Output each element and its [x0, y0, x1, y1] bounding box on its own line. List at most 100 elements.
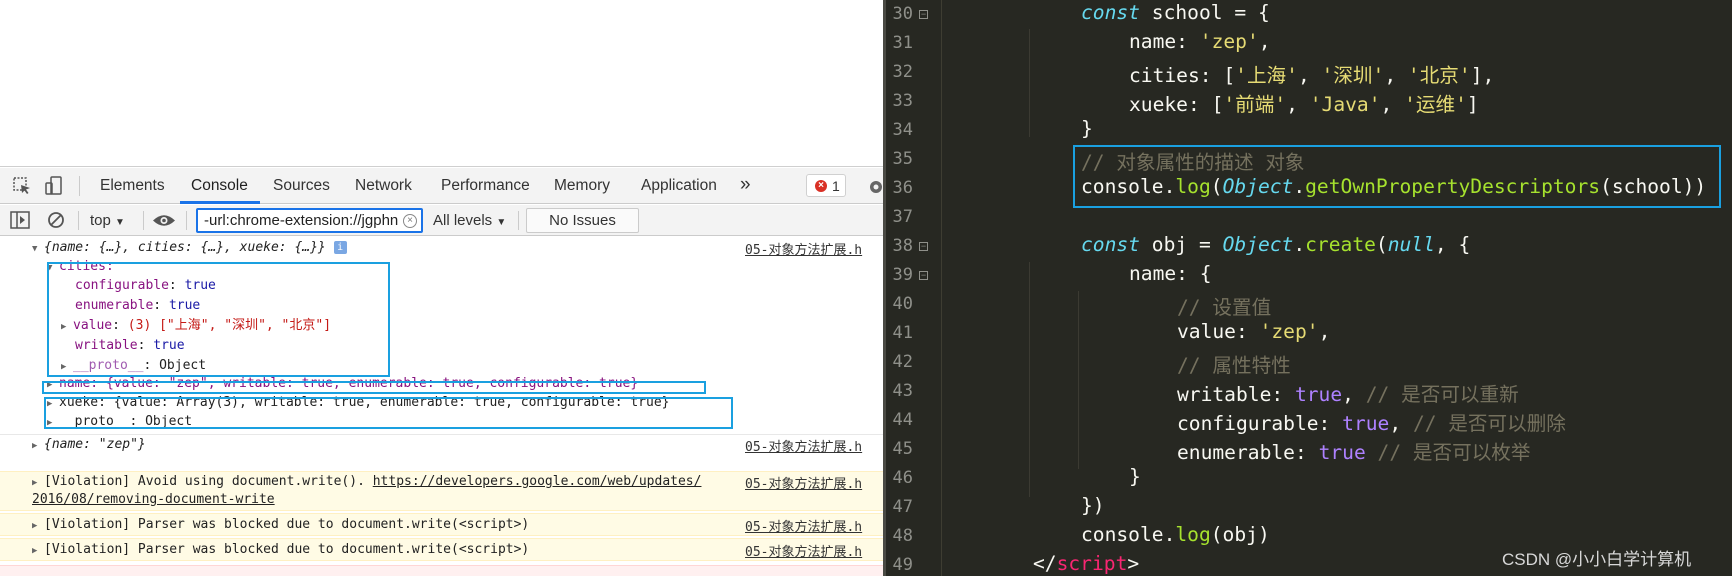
log-levels-value: All levels [433, 212, 493, 229]
line-number: 42 [892, 352, 913, 372]
indent-guide [1029, 262, 1030, 497]
toolbar-divider [186, 211, 187, 230]
code-line-39: name: { [1129, 262, 1212, 285]
context-select[interactable]: top ▼ [90, 212, 125, 229]
code-line-32: cities: ['上海', '深圳', '北京'], [1129, 64, 1495, 87]
line-number: 30 [892, 4, 913, 24]
device-toolbar-icon[interactable] [42, 174, 66, 198]
source-link[interactable]: 05-对象方法扩展.h [745, 516, 862, 535]
error-count-badge[interactable]: × 1 [806, 174, 846, 197]
line-number: 45 [892, 439, 913, 459]
line-number: 49 [892, 555, 913, 575]
entry-divider [0, 434, 883, 435]
highlight-box-xueke [44, 397, 733, 429]
code-line-44: configurable: true, // 是否可以删除 [1177, 412, 1566, 435]
clear-console-icon[interactable] [47, 211, 65, 229]
context-value: top [90, 212, 111, 229]
highlight-box-code [1073, 145, 1721, 208]
devtools-tabbar: Elements Console Sources Network Perform… [0, 168, 883, 204]
violation-link-cont[interactable]: 2016/08/removing-document-write [32, 491, 275, 509]
line-number: 39 [892, 265, 913, 285]
tab-sources[interactable]: Sources [273, 177, 330, 195]
tabbar-divider [79, 176, 80, 196]
expand-triangle-icon: ▼ [32, 244, 38, 254]
violation-link[interactable]: https://developers.google.com/web/update… [373, 474, 702, 489]
tab-elements[interactable]: Elements [100, 177, 165, 195]
toolbar-divider [143, 211, 144, 230]
console-output: ▼ {name: {…}, cities: {…}, xueke: {…}} i … [0, 237, 883, 576]
log-levels-select[interactable]: All levels ▼ [433, 212, 506, 229]
chevron-down-icon: ▼ [496, 217, 507, 228]
live-expression-eye-icon[interactable] [152, 213, 176, 228]
clear-filter-icon[interactable]: × [403, 214, 417, 228]
error-icon: × [815, 180, 827, 192]
code-line-34: } [1081, 117, 1093, 140]
violation-message[interactable]: ▶ [Violation] Parser was blocked due to d… [32, 516, 529, 535]
expand-triangle-icon: ▶ [32, 521, 38, 531]
toolbar-divider [518, 211, 519, 230]
source-link[interactable]: 05-对象方法扩展.h [745, 239, 862, 258]
line-number: 46 [892, 468, 913, 488]
tab-memory[interactable]: Memory [554, 177, 610, 195]
filter-input[interactable]: -url:chrome-extension://jgphn [196, 208, 423, 233]
console-toolbar: top ▼ -url:chrome-extension://jgphn × Al… [0, 205, 883, 236]
highlight-box-name [42, 381, 706, 394]
fold-guide [941, 0, 942, 576]
more-tabs-icon[interactable]: » [740, 174, 751, 196]
code-line-30: const school = { [1081, 1, 1270, 24]
pane-divider[interactable] [883, 0, 886, 576]
line-number: 47 [892, 497, 913, 517]
active-tab-indicator [180, 201, 260, 204]
expand-triangle-icon: ▶ [32, 441, 38, 451]
fold-icon[interactable]: − [919, 271, 928, 280]
tab-application[interactable]: Application [641, 177, 717, 195]
inspect-element-icon[interactable] [10, 174, 34, 198]
line-number: 36 [892, 178, 913, 198]
code-line-43: writable: true, // 是否可以重新 [1177, 383, 1519, 406]
fold-icon[interactable]: − [919, 242, 928, 251]
console-entry-obj2[interactable]: ▶ {name: "zep"} [32, 436, 146, 455]
obj1-summary: {name: {…}, cities: {…}, xueke: {…}} [44, 240, 326, 255]
code-line-38: const obj = Object.create(null, { [1081, 233, 1471, 256]
source-link[interactable]: 05-对象方法扩展.h [745, 436, 862, 455]
code-line-31: name: 'zep', [1129, 30, 1271, 53]
indent-guide [1078, 291, 1079, 469]
code-line-49: </script> [1033, 552, 1140, 575]
browser-devtools-pane: Elements Console Sources Network Perform… [0, 0, 883, 576]
code-line-40: // 设置值 [1177, 296, 1272, 319]
page-viewport [0, 0, 883, 167]
source-link[interactable]: 05-对象方法扩展.h [745, 541, 862, 560]
code-line-33: xueke: ['前端', 'Java', '运维'] [1129, 93, 1479, 116]
fold-icon[interactable]: − [919, 10, 928, 19]
code-line-41: value: 'zep', [1177, 320, 1331, 343]
issues-button[interactable]: No Issues [526, 208, 639, 233]
source-link[interactable]: 05-对象方法扩展.h [745, 473, 862, 492]
line-number: 41 [892, 323, 913, 343]
violation-message[interactable]: ▶ [Violation] Parser was blocked due to d… [32, 541, 529, 560]
tab-network[interactable]: Network [355, 177, 412, 195]
code-line-47: }) [1081, 494, 1105, 517]
highlight-box-cities [47, 262, 390, 377]
toolbar-divider [78, 211, 79, 230]
indent-guide [1029, 29, 1030, 137]
info-icon: i [333, 241, 347, 254]
line-number: 31 [892, 33, 913, 53]
line-number: 35 [892, 149, 913, 169]
gear-icon[interactable] [866, 177, 883, 197]
chevron-down-icon: ▼ [115, 217, 125, 228]
expand-triangle-icon: ▶ [32, 546, 38, 556]
code-line-48: console.log(obj) [1081, 523, 1270, 546]
tab-performance[interactable]: Performance [441, 177, 530, 195]
line-number: 32 [892, 62, 913, 82]
code-line-46: } [1129, 465, 1141, 488]
tab-console[interactable]: Console [191, 177, 248, 195]
code-line-45: enumerable: true // 是否可以枚举 [1177, 441, 1531, 464]
console-entry-obj1[interactable]: ▼ {name: {…}, cities: {…}, xueke: {…}} i [32, 239, 347, 258]
code-line-42: // 属性特性 [1177, 354, 1291, 377]
error-count: 1 [832, 178, 840, 194]
line-number: 34 [892, 120, 913, 140]
line-gutter: 30 31 32 33 34 35 36 37 38 39 40 41 42 4… [883, 0, 933, 576]
violation-message[interactable]: ▶ [Violation] Avoid using document.write(… [32, 473, 701, 492]
sidebar-toggle-icon[interactable] [10, 211, 30, 229]
watermark: CSDN @小小白学计算机 [1502, 550, 1692, 569]
